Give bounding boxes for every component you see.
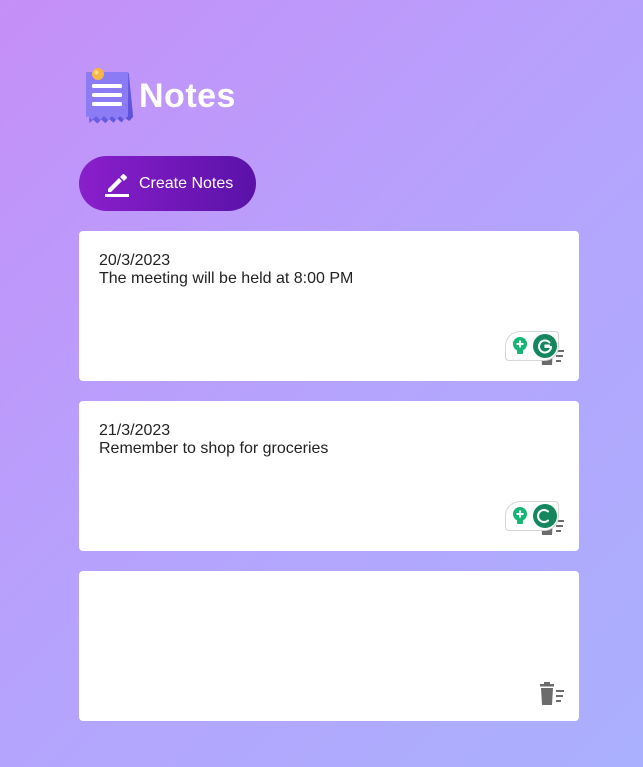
notepad-icon [82, 66, 136, 126]
lightbulb-icon [511, 506, 529, 526]
note-date: 20/3/2023 [99, 252, 171, 269]
app-title: Notes [139, 76, 236, 115]
app-header: Notes [82, 64, 236, 128]
create-notes-button[interactable]: Create Notes [79, 156, 256, 211]
note-card[interactable]: 21/3/2023 Remember to shop for groceries [79, 401, 579, 551]
note-card[interactable] [79, 571, 579, 721]
note-text[interactable]: The meeting will be held at 8:00 PM [99, 270, 559, 288]
note-date: 21/3/2023 [99, 422, 171, 439]
trash-icon[interactable] [537, 681, 565, 707]
grammarly-icon[interactable] [505, 331, 559, 361]
note-card[interactable]: 20/3/2023 The meeting will be held at 8:… [79, 231, 579, 381]
grammarly-icon[interactable] [505, 501, 559, 531]
note-text[interactable]: Remember to shop for groceries [99, 440, 559, 458]
grammarly-logo-icon [533, 504, 557, 528]
grammarly-logo-icon [533, 334, 557, 358]
create-notes-label: Create Notes [139, 174, 234, 192]
pencil-icon [103, 170, 131, 198]
notes-list: 20/3/2023 The meeting will be held at 8:… [79, 231, 579, 741]
lightbulb-icon [511, 336, 529, 356]
